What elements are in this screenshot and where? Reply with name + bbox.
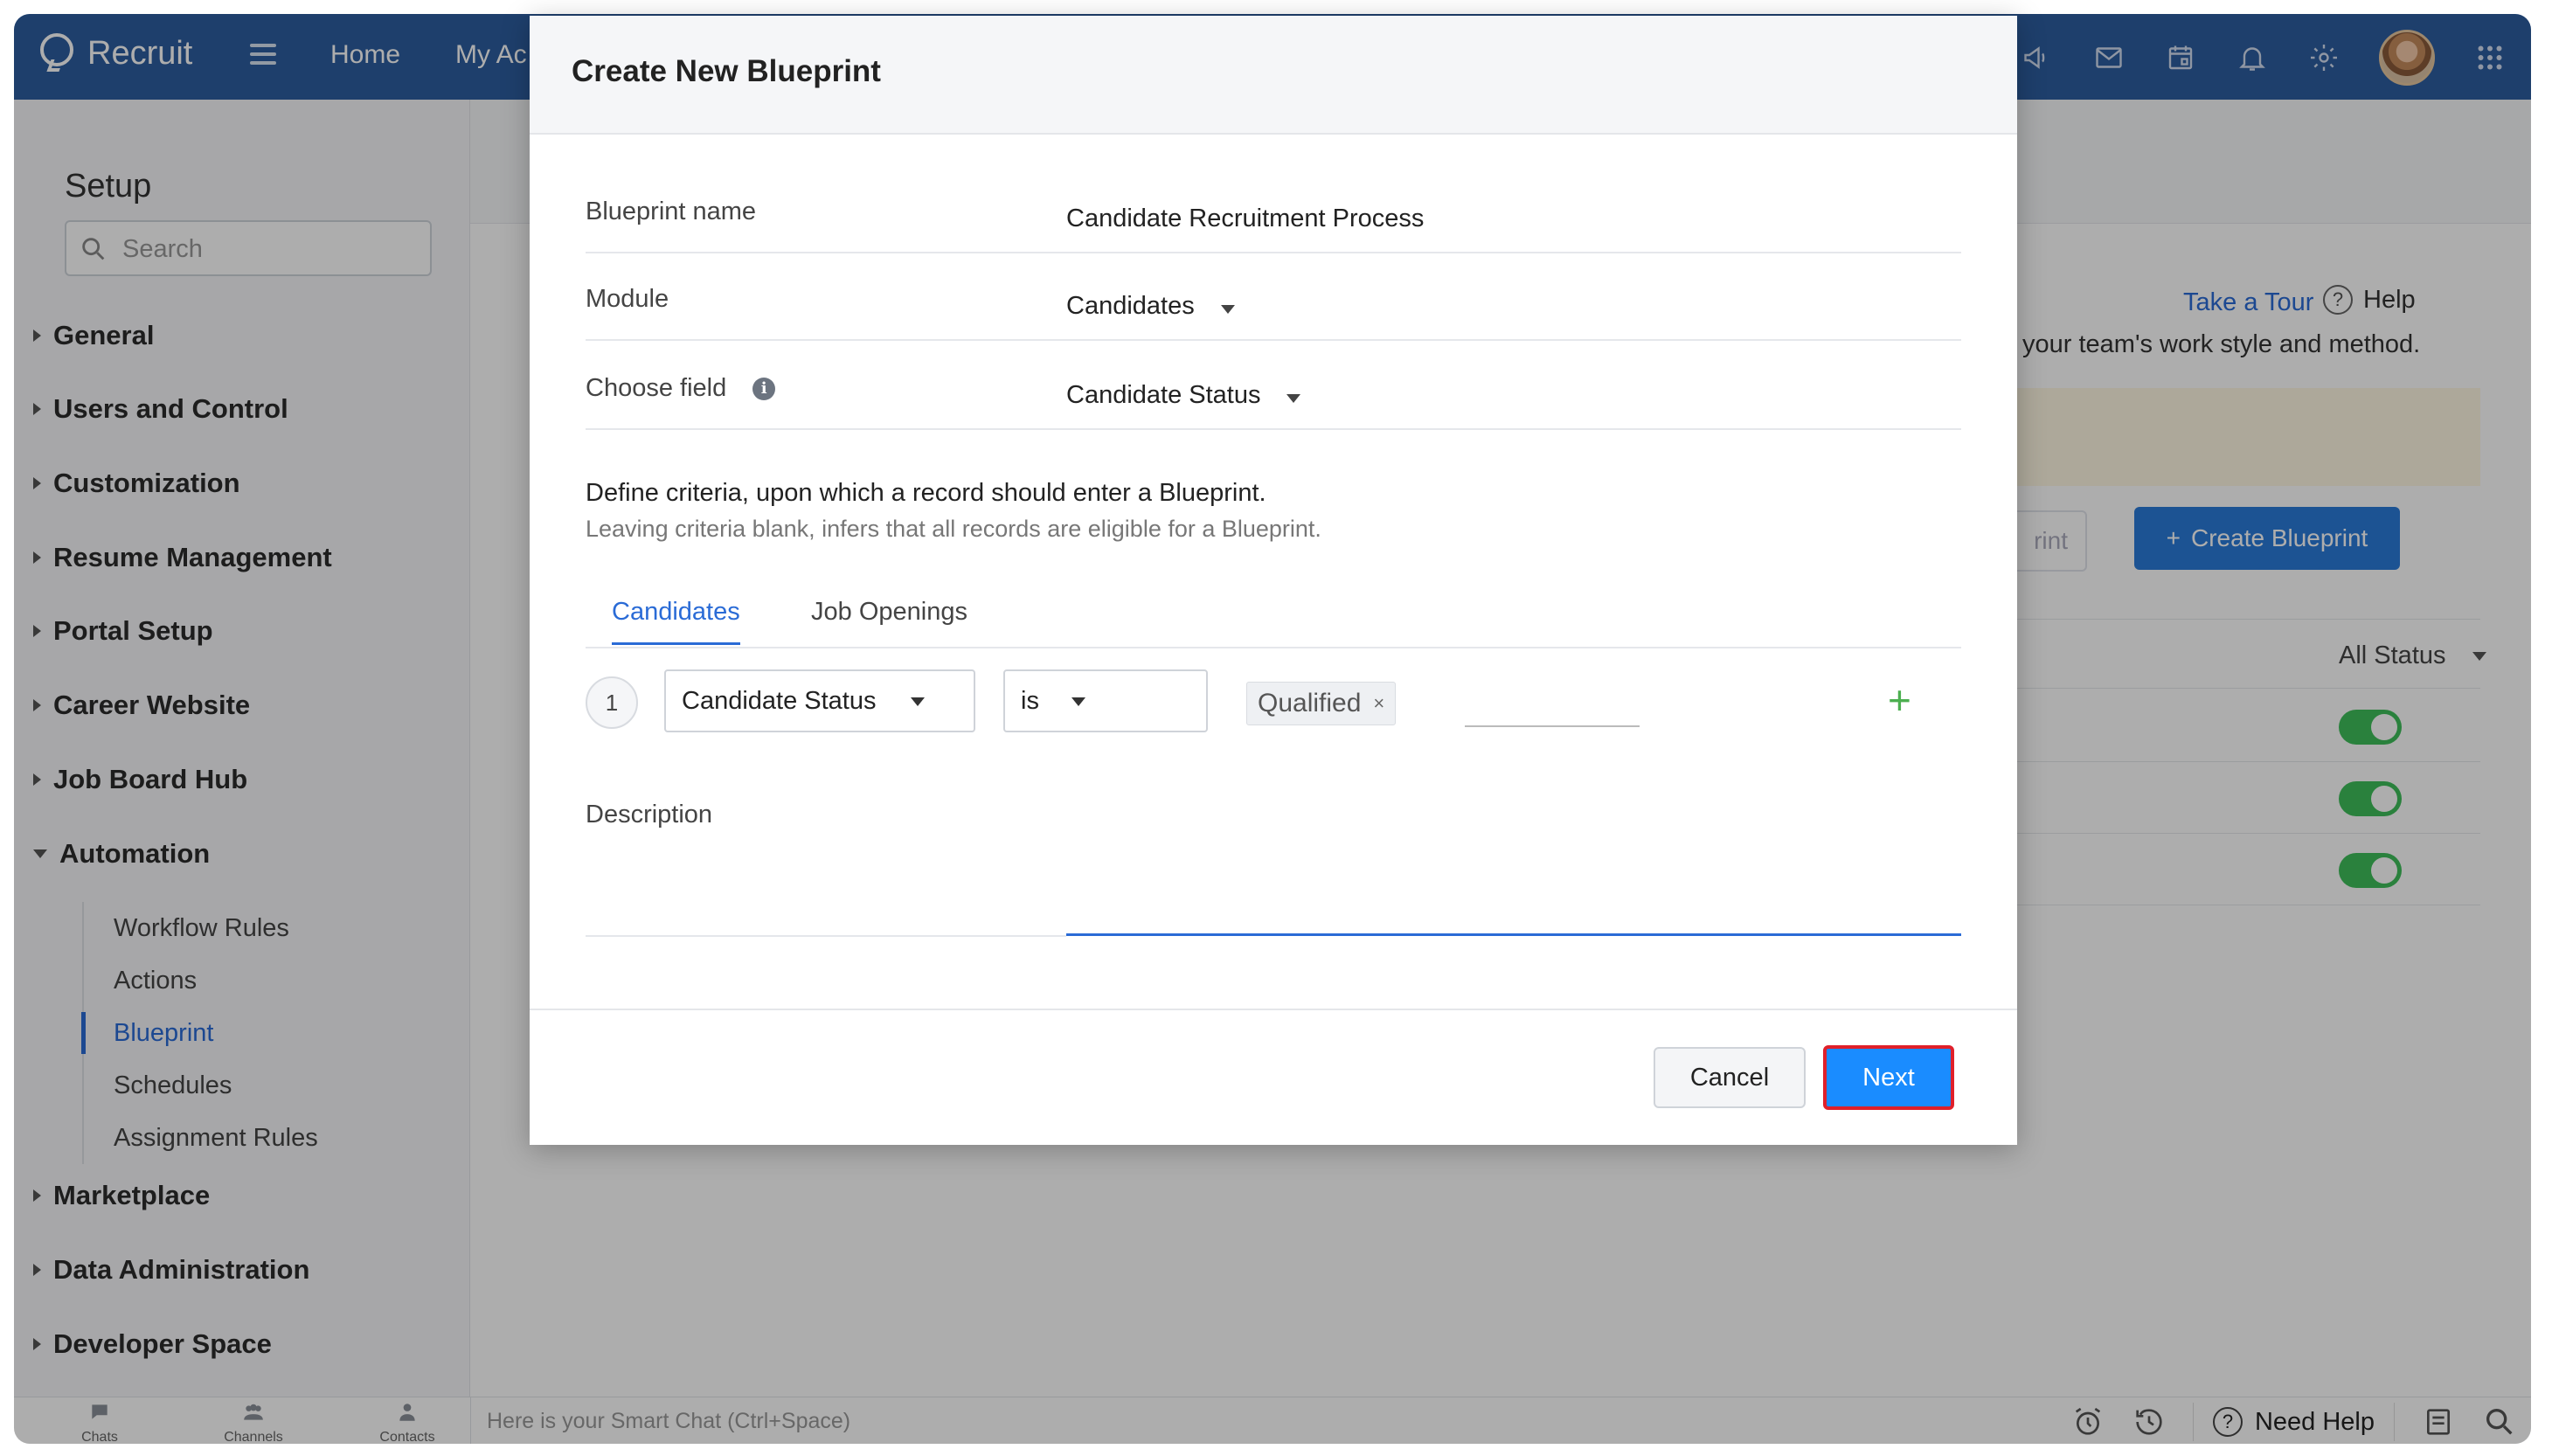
chevron-down-icon — [1286, 393, 1301, 403]
module-row: Module Candidates — [586, 253, 1961, 341]
dialog-footer: Cancel Next — [530, 1009, 2017, 1145]
blueprint-name-row: Blueprint name Candidate Recruitment Pro… — [586, 166, 1961, 253]
chevron-down-icon — [911, 697, 925, 706]
criteria-value-input[interactable] — [1465, 725, 1640, 727]
choose-field-label-text: Choose field — [586, 374, 727, 402]
info-icon[interactable]: i — [752, 377, 776, 400]
cancel-button[interactable]: Cancel — [1654, 1047, 1806, 1108]
chevron-down-icon — [1220, 304, 1235, 314]
module-select[interactable]: Candidates — [1066, 292, 1235, 321]
chevron-down-icon — [1071, 697, 1085, 706]
choose-field-select[interactable]: Candidate Status — [1066, 381, 1301, 410]
next-button[interactable]: Next — [1823, 1045, 1954, 1110]
blueprint-name-input[interactable]: Candidate Recruitment Process — [1066, 205, 1424, 233]
add-criteria-icon[interactable]: + — [1888, 680, 1911, 720]
description-textarea[interactable] — [1066, 933, 1961, 936]
description-label: Description — [586, 801, 713, 829]
tab-job-openings[interactable]: Job Openings — [811, 598, 967, 642]
criteria-field-value: Candidate Status — [682, 686, 877, 715]
criteria-value-label: Qualified — [1258, 689, 1362, 718]
choose-field-label: Choose field i — [586, 374, 776, 403]
tab-candidates[interactable]: Candidates — [612, 598, 740, 645]
description-divider — [586, 935, 1066, 937]
criteria-operator-value: is — [1021, 686, 1039, 715]
criteria-number: 1 — [586, 676, 638, 729]
criteria-row: 1 Candidate Status is Qualified × + — [586, 669, 1961, 732]
choose-field-row: Choose field i Candidate Status — [586, 343, 1961, 430]
remove-chip-icon[interactable]: × — [1373, 692, 1384, 715]
dialog-header: Create New Blueprint — [530, 16, 2017, 135]
criteria-hint: Leaving criteria blank, infers that all … — [586, 516, 1321, 542]
blueprint-name-label-text: Blueprint name — [586, 198, 757, 225]
module-select-value: Candidates — [1066, 292, 1195, 320]
criteria-tabs: Candidates Job Openings — [586, 575, 1961, 648]
module-label-text: Module — [586, 285, 669, 313]
blueprint-name-value: Candidate Recruitment Process — [1066, 205, 1425, 232]
dialog-title: Create New Blueprint — [572, 54, 881, 88]
criteria-heading: Define criteria, upon which a record sho… — [586, 479, 1266, 507]
blueprint-name-label: Blueprint name — [586, 198, 756, 226]
module-label: Module — [586, 285, 669, 314]
create-blueprint-dialog: Create New Blueprint Blueprint name Cand… — [530, 16, 2017, 1145]
criteria-operator-select[interactable]: is — [1003, 669, 1208, 732]
choose-field-value: Candidate Status — [1066, 381, 1261, 409]
criteria-field-select[interactable]: Candidate Status — [664, 669, 975, 732]
criteria-value-chip: Qualified × — [1246, 682, 1397, 725]
